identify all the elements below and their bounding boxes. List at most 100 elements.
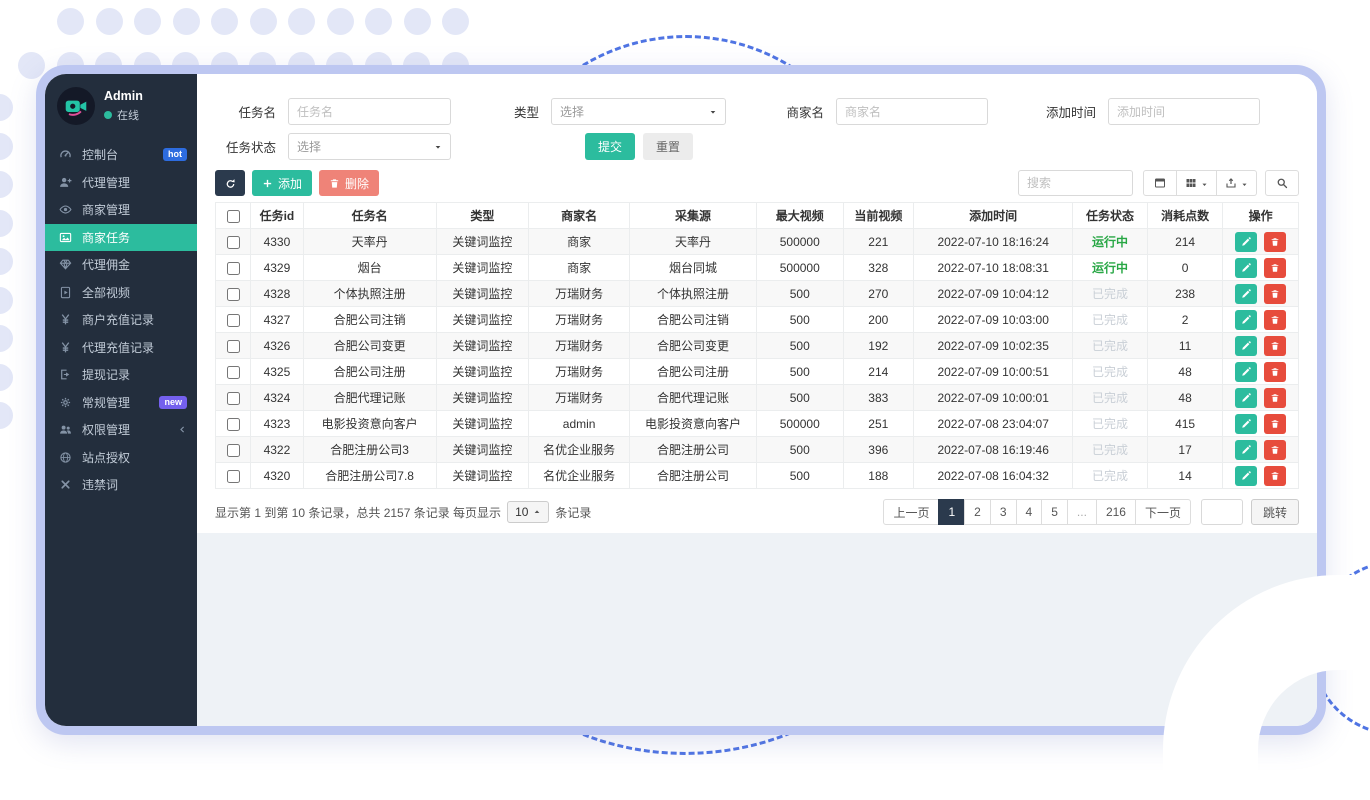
- row-checkbox[interactable]: [227, 418, 240, 431]
- sidebar-item-agent-commission[interactable]: 代理佣金: [45, 251, 197, 279]
- bulk-delete-button[interactable]: 删除: [319, 170, 379, 196]
- sidebar-item-general-management[interactable]: 常规管理 new: [45, 389, 197, 417]
- table-row: 4324 合肥代理记账 关键词监控 万瑞财务 合肥代理记账 500 383 20…: [216, 385, 1299, 411]
- delete-button[interactable]: [1264, 440, 1286, 460]
- cell-current-videos: 383: [843, 385, 914, 411]
- delete-button[interactable]: [1264, 310, 1286, 330]
- cell-task-id: 4327: [251, 307, 303, 333]
- sidebar-item-merchant-tasks[interactable]: 商家任务: [45, 224, 197, 252]
- pagination: 上一页12345...216下一页 跳转: [883, 499, 1299, 525]
- page-button-1[interactable]: 1: [938, 499, 965, 525]
- delete-button[interactable]: [1264, 362, 1286, 382]
- row-checkbox[interactable]: [227, 236, 240, 249]
- avatar[interactable]: [57, 87, 95, 125]
- edit-button[interactable]: [1235, 440, 1257, 460]
- page-button-3[interactable]: 3: [990, 499, 1017, 525]
- sidebar-item-all-videos[interactable]: 全部视频: [45, 279, 197, 307]
- sidebar-item-banned-words[interactable]: 违禁词: [45, 471, 197, 499]
- page-button-4[interactable]: 4: [1016, 499, 1043, 525]
- select-all-checkbox[interactable]: [227, 210, 240, 223]
- filter-row-2: 任务状态 选择 提交 重置: [215, 131, 1299, 162]
- cell-actions: [1223, 385, 1299, 411]
- column-header-task-name: 任务名: [303, 203, 436, 229]
- cell-task-id: 4328: [251, 281, 303, 307]
- trash-icon: [1270, 471, 1280, 481]
- sidebar-item-dashboard[interactable]: 控制台 hot: [45, 141, 197, 169]
- cell-points-consumed: 214: [1147, 229, 1223, 255]
- cell-current-videos: 200: [843, 307, 914, 333]
- search-input[interactable]: [1018, 170, 1133, 196]
- sidebar-item-permission-management[interactable]: 权限管理: [45, 416, 197, 444]
- export-button[interactable]: [1217, 170, 1257, 196]
- add-time-label: 添加时间: [988, 102, 1108, 121]
- status-badge: 已完成: [1092, 443, 1128, 457]
- cell-source: 天率丹: [630, 229, 757, 255]
- records-summary: 显示第 1 到第 10 条记录，总共 2157 条记录 每页显示: [215, 504, 501, 521]
- delete-button[interactable]: [1264, 388, 1286, 408]
- cell-select: [216, 255, 251, 281]
- page-button-2[interactable]: 2: [964, 499, 991, 525]
- chevron-left-icon: [178, 425, 187, 434]
- page-button-216[interactable]: 216: [1096, 499, 1136, 525]
- prev-page-button[interactable]: 上一页: [883, 499, 939, 525]
- refresh-button[interactable]: [215, 170, 245, 196]
- merchant-name-input[interactable]: [836, 98, 988, 125]
- table-row: 4326 合肥公司变更 关键词监控 万瑞财务 合肥公司变更 500 192 20…: [216, 333, 1299, 359]
- edit-button[interactable]: [1235, 258, 1257, 278]
- delete-button[interactable]: [1264, 336, 1286, 356]
- delete-button[interactable]: [1264, 284, 1286, 304]
- row-checkbox[interactable]: [227, 392, 240, 405]
- cell-task-name: 合肥公司注册: [303, 359, 436, 385]
- row-checkbox[interactable]: [227, 444, 240, 457]
- row-checkbox[interactable]: [227, 470, 240, 483]
- columns-button[interactable]: [1177, 170, 1217, 196]
- search-button[interactable]: [1265, 170, 1299, 196]
- edit-button[interactable]: [1235, 414, 1257, 434]
- sidebar-item-merchant-management[interactable]: 商家管理: [45, 196, 197, 224]
- next-page-button[interactable]: 下一页: [1135, 499, 1191, 525]
- toggle-view-button[interactable]: [1143, 170, 1177, 196]
- submit-button[interactable]: 提交: [585, 133, 635, 160]
- image-icon: [59, 230, 73, 244]
- type-select[interactable]: 选择: [551, 98, 726, 125]
- task-status-select[interactable]: 选择: [288, 133, 451, 160]
- page-size-select[interactable]: 10: [507, 501, 549, 523]
- jump-page-input[interactable]: [1201, 499, 1243, 525]
- delete-button[interactable]: [1264, 258, 1286, 278]
- jump-button[interactable]: 跳转: [1251, 499, 1299, 525]
- row-checkbox[interactable]: [227, 314, 240, 327]
- sidebar-item-withdrawal-records[interactable]: 提现记录: [45, 361, 197, 389]
- add-button[interactable]: 添加: [252, 170, 312, 196]
- edit-button[interactable]: [1235, 466, 1257, 486]
- edit-button[interactable]: [1235, 336, 1257, 356]
- cell-type: 关键词监控: [436, 229, 529, 255]
- edit-button[interactable]: [1235, 232, 1257, 252]
- sidebar-item-site-authorization[interactable]: 站点授权: [45, 444, 197, 472]
- add-time-input[interactable]: [1108, 98, 1260, 125]
- status-badge: 运行中: [1092, 235, 1128, 249]
- sidebar-item-agent-recharge[interactable]: 代理充值记录: [45, 334, 197, 362]
- edit-button[interactable]: [1235, 284, 1257, 304]
- edit-button[interactable]: [1235, 362, 1257, 382]
- row-checkbox[interactable]: [227, 340, 240, 353]
- page-button-5[interactable]: 5: [1041, 499, 1068, 525]
- delete-button[interactable]: [1264, 232, 1286, 252]
- delete-button[interactable]: [1264, 414, 1286, 434]
- reset-button[interactable]: 重置: [643, 133, 693, 160]
- row-checkbox[interactable]: [227, 366, 240, 379]
- sign-out-icon: [59, 368, 73, 382]
- sidebar-item-agent-management[interactable]: 代理管理: [45, 169, 197, 197]
- columns-icon: [1185, 177, 1197, 189]
- cell-merchant-name: 商家: [529, 255, 630, 281]
- task-name-input[interactable]: [288, 98, 451, 125]
- edit-button[interactable]: [1235, 388, 1257, 408]
- row-checkbox[interactable]: [227, 262, 240, 275]
- row-checkbox[interactable]: [227, 288, 240, 301]
- table-header-row: 任务id任务名类型商家名采集源最大视频当前视频添加时间任务状态消耗点数操作: [216, 203, 1299, 229]
- delete-button[interactable]: [1264, 466, 1286, 486]
- column-header-task-id: 任务id: [251, 203, 303, 229]
- sidebar-item-merchant-recharge[interactable]: 商户充值记录: [45, 306, 197, 334]
- cell-select: [216, 229, 251, 255]
- user-status-label: 在线: [117, 107, 139, 123]
- edit-button[interactable]: [1235, 310, 1257, 330]
